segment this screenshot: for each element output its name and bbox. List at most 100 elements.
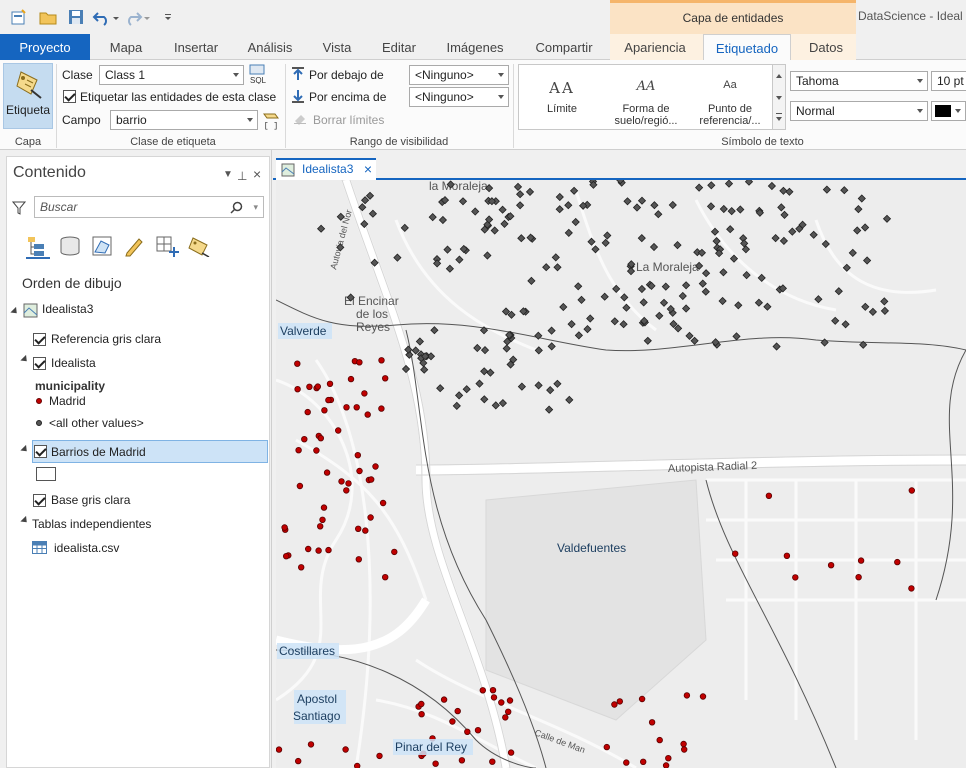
layer-barrios[interactable]: Barrios de Madrid [51,442,146,462]
gallery-item-limite[interactable]: AA Límite [521,65,603,131]
labeling-view-icon[interactable] [187,235,211,257]
gallery-scroll-arrows-icon [776,74,782,121]
editing-pencil-icon[interactable] [123,235,145,257]
expression-icon[interactable]: [ ] [261,110,281,130]
madrid-point [507,749,515,756]
map-icon [281,163,295,177]
madrid-point [379,499,387,507]
gallery-scrollbar[interactable] [773,64,786,130]
close-tab-icon[interactable]: × [364,160,372,179]
base-visibility-checkbox[interactable] [33,494,46,507]
tab-imagenes[interactable]: Imágenes [436,34,514,60]
madrid-point [296,482,304,490]
madrid-point [498,699,505,706]
pin-icon[interactable]: ⊥ [237,169,247,183]
madrid-point [317,435,324,442]
table-idealista-csv[interactable]: idealista.csv [54,538,119,558]
filter-icon[interactable] [12,201,26,215]
sql-query-icon[interactable]: SQL [248,64,268,84]
undo-dropdown-icon[interactable] [112,8,120,26]
layer-idealista[interactable]: Idealista [51,353,96,373]
field-dropdown[interactable]: barrio [110,110,258,130]
madrid-point [680,740,687,748]
place-la-moraleja: La Moraleja [636,260,699,274]
barrios-visibility-checkbox[interactable] [34,445,47,458]
redo-icon[interactable] [123,8,143,26]
idealista-visibility-checkbox[interactable] [33,357,46,370]
group-label-simbolo: Símbolo de texto [721,136,804,148]
madrid-point [857,557,865,564]
madrid-point [378,357,385,364]
search-icon[interactable] [230,201,243,214]
map-view-tab[interactable]: Idealista3 × [276,158,376,180]
madrid-point [381,375,389,382]
above-scale-value: <Ninguno> [415,90,474,104]
label-tag-icon [16,71,42,99]
label-toggle-button[interactable]: Etiqueta [3,63,53,129]
tab-compartir[interactable]: Compartir [524,34,604,60]
expand-tables-icon[interactable] [20,515,30,526]
standalone-tables-group[interactable]: Tablas independientes [32,514,151,534]
layer-base[interactable]: Base gris clara [51,490,130,510]
map-view[interactable]: la Moraleja La Moraleja El Encinar de lo… [276,180,966,768]
context-group-title: Capa de entidades [682,11,784,25]
above-scale-dropdown[interactable]: <Ninguno> [409,87,509,107]
scale-above-icon [292,90,304,103]
layer-referencia[interactable]: Referencia gris clara [51,329,161,349]
referencia-visibility-checkbox[interactable] [33,333,46,346]
madrid-point [432,760,439,767]
tab-datos[interactable]: Datos [797,34,855,60]
text-color-picker[interactable] [931,101,966,121]
font-size-dropdown[interactable]: 10 pt [931,71,966,91]
madrid-point [367,514,374,521]
open-folder-icon[interactable] [38,8,58,26]
font-dropdown[interactable]: Tahoma [790,71,928,91]
data-source-icon[interactable] [59,235,81,257]
gallery-item-forma-suelo[interactable]: AA Forma de suelo/regió... [605,65,687,131]
undo-icon[interactable] [92,8,112,26]
group-label-visibilidad: Rango de visibilidad [349,136,449,148]
map-node[interactable]: Idealista3 [42,299,93,319]
tab-mapa[interactable]: Mapa [94,34,158,60]
search-placeholder: Buscar [40,200,78,214]
tab-editar[interactable]: Editar [370,34,428,60]
tab-proyecto[interactable]: Proyecto [0,34,90,60]
gallery-item-punto-referencia[interactable]: Aa Punto de referencia/... [689,65,771,131]
madrid-point [361,390,368,397]
tab-insertar[interactable]: Insertar [162,34,230,60]
font-style-dropdown[interactable]: Normal [790,101,928,121]
tab-apariencia[interactable]: Apariencia [614,34,696,60]
map-view-tabbar: Idealista3 × [273,150,966,180]
madrid-point [783,552,791,559]
search-input[interactable]: Buscar ▾ [34,196,264,218]
new-project-icon[interactable] [9,8,29,26]
close-icon[interactable]: × [253,166,261,182]
selection-icon[interactable] [91,235,113,257]
snapping-icon[interactable] [155,235,179,257]
class-dropdown[interactable]: Class 1 [99,65,244,85]
pane-options-icon[interactable]: ▼ [223,169,233,180]
below-scale-dropdown[interactable]: <Ninguno> [409,65,509,85]
tab-analisis[interactable]: Análisis [236,34,304,60]
expand-idealista-icon[interactable] [20,354,30,365]
madrid-point [335,427,342,434]
madrid-point [662,762,670,768]
expand-barrios-icon[interactable] [20,444,30,455]
save-icon[interactable] [66,8,86,26]
clear-limits-button[interactable]: Borrar límites [313,113,384,127]
tab-vista[interactable]: Vista [310,34,364,60]
sql-icon-text: SQL [250,76,267,84]
drawing-order-icon[interactable] [26,235,50,259]
below-scale-value: <Ninguno> [415,68,474,82]
tab-etiquetado[interactable]: Etiquetado [703,34,791,61]
search-options-icon[interactable]: ▾ [253,197,258,217]
label-features-checkbox[interactable] [63,90,76,103]
madrid-point [449,718,456,725]
madrid-point [315,547,322,554]
madrid-point [458,757,466,764]
madrid-point [367,476,375,483]
redo-dropdown-icon[interactable] [143,8,151,26]
customize-toolbar-icon[interactable] [163,8,173,26]
madrid-point [325,396,332,404]
expand-map-icon[interactable] [10,306,20,317]
